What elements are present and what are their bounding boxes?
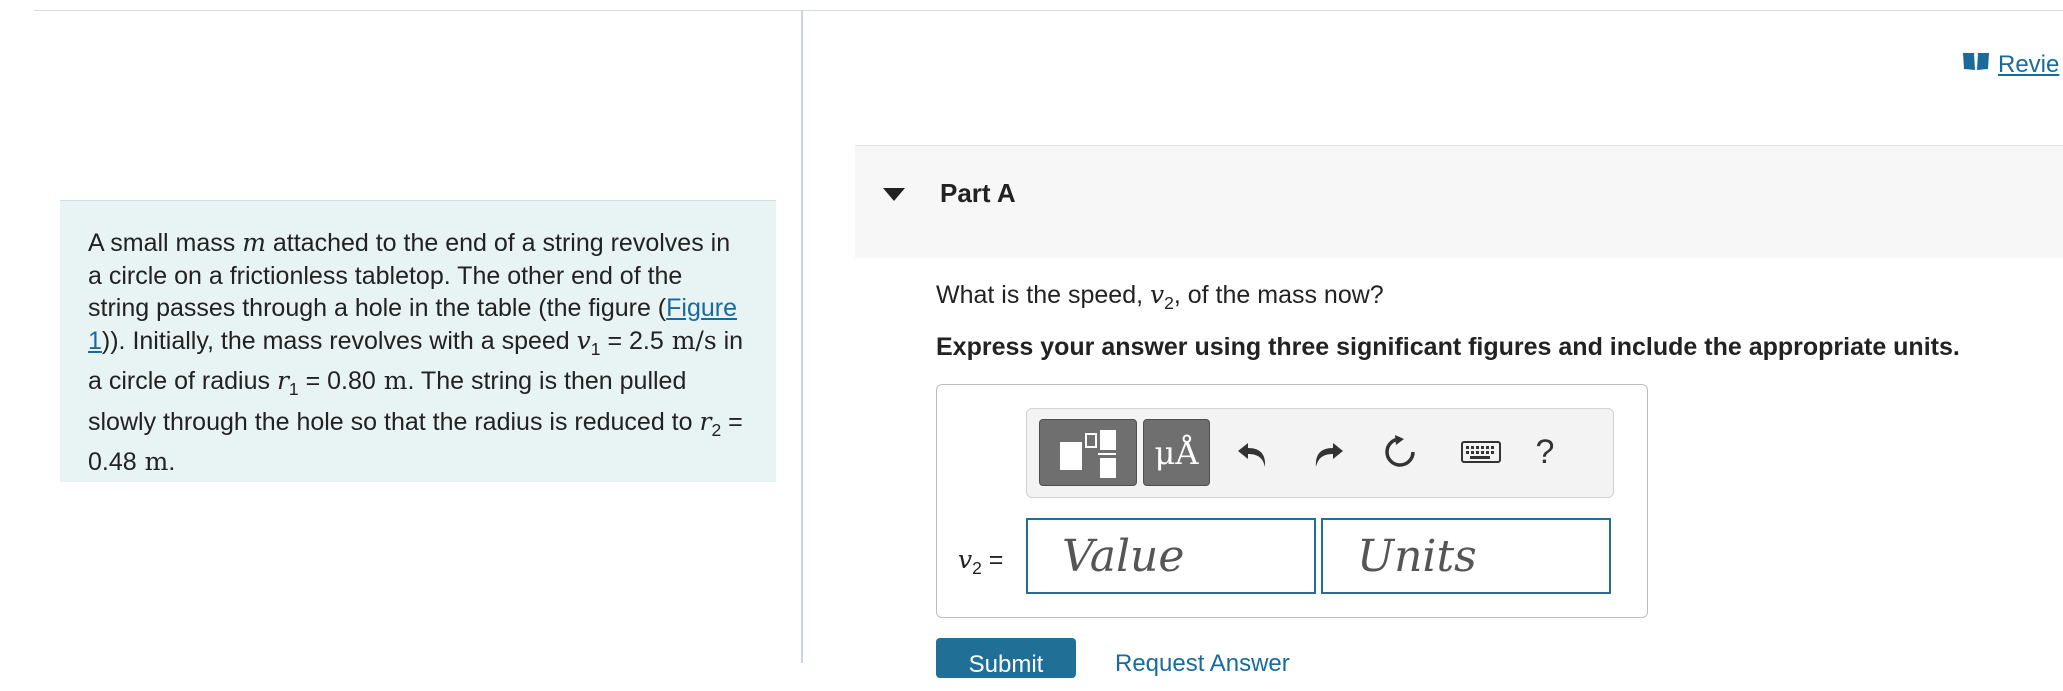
review-label[interactable]: Revie xyxy=(1998,51,2059,79)
reset-icon[interactable] xyxy=(1376,427,1424,477)
book-icon xyxy=(1962,50,1990,79)
keyboard-icon[interactable] xyxy=(1457,427,1505,477)
triangle-down-icon[interactable] xyxy=(883,188,905,201)
top-divider xyxy=(34,10,2063,11)
question-text: What is the speed, v2, of the mass now? xyxy=(936,280,1384,313)
templates-icon xyxy=(1060,429,1116,478)
undo-icon[interactable] xyxy=(1229,427,1277,477)
templates-button[interactable] xyxy=(1039,419,1137,486)
help-button[interactable]: ? xyxy=(1521,427,1569,477)
redo-icon[interactable] xyxy=(1304,427,1352,477)
answer-instruction: Express your answer using three signific… xyxy=(936,333,1960,361)
answer-panel: μÅ ? v2 = xyxy=(936,384,1648,618)
problem-statement: A small mass m attached to the end of a … xyxy=(60,200,776,482)
math-toolbar: μÅ ? xyxy=(1026,408,1614,498)
part-a-header[interactable]: Part A xyxy=(855,145,2063,258)
answer-label: v2 = xyxy=(958,545,1004,578)
value-input[interactable] xyxy=(1026,518,1316,594)
submit-button[interactable]: Submit xyxy=(936,638,1076,678)
review-link[interactable]: Revie xyxy=(1962,50,2059,79)
column-divider xyxy=(801,10,803,663)
symbols-button[interactable]: μÅ xyxy=(1143,419,1210,486)
request-answer-link[interactable]: Request Answer xyxy=(1115,650,1290,678)
units-input[interactable] xyxy=(1321,518,1611,594)
part-title: Part A xyxy=(940,178,1016,208)
